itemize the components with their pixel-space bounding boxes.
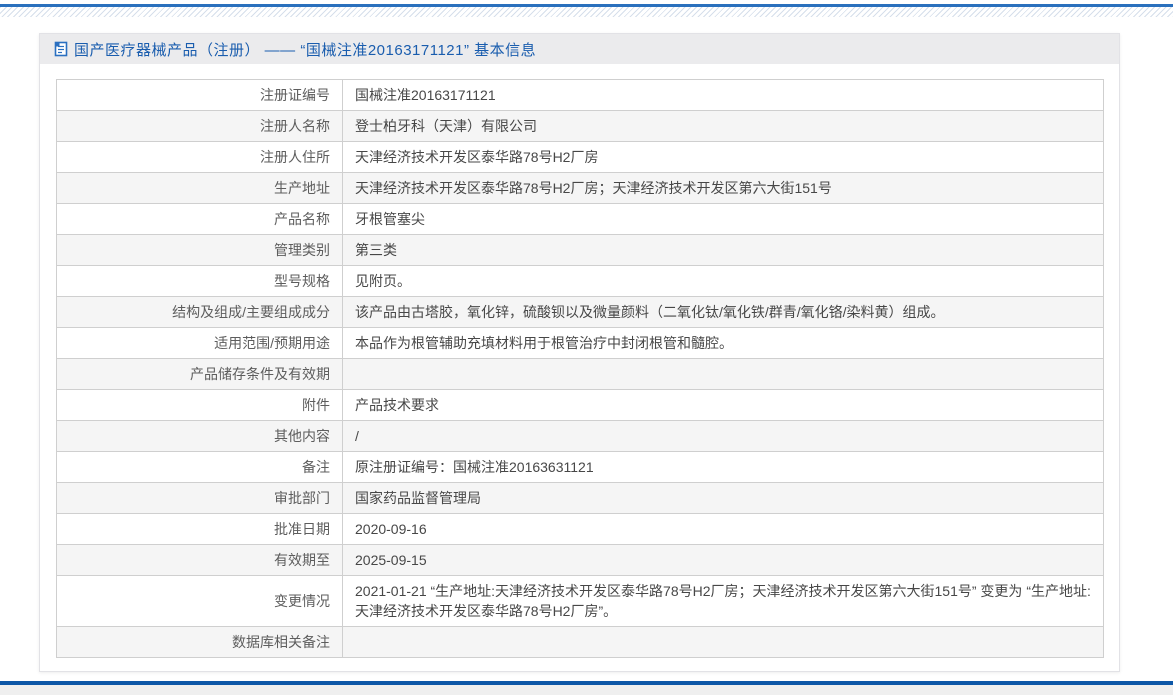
info-table-body: 注册证编号国械注准20163171121注册人名称登士柏牙科（天津）有限公司注册…	[57, 80, 1104, 658]
footer-background	[0, 685, 1173, 695]
table-row: 适用范围/预期用途本品作为根管辅助充填材料用于根管治疗中封闭根管和髓腔。	[57, 328, 1104, 359]
page-title: 国产医疗器械产品（注册） —— “国械注准20163171121” 基本信息	[74, 39, 536, 60]
row-label: 其他内容	[57, 421, 343, 452]
row-value: 登士柏牙科（天津）有限公司	[343, 111, 1104, 142]
table-row: 生产地址天津经济技术开发区泰华路78号H2厂房；天津经济技术开发区第六大街151…	[57, 173, 1104, 204]
row-label: 管理类别	[57, 235, 343, 266]
row-value: 见附页。	[343, 266, 1104, 297]
table-row: 产品储存条件及有效期	[57, 359, 1104, 390]
row-label: 注册人住所	[57, 142, 343, 173]
table-row: 注册证编号国械注准20163171121	[57, 80, 1104, 111]
detail-card: 国产医疗器械产品（注册） —— “国械注准20163171121” 基本信息 注…	[39, 33, 1120, 672]
card-header: 国产医疗器械产品（注册） —— “国械注准20163171121” 基本信息	[40, 34, 1119, 64]
row-label: 产品名称	[57, 204, 343, 235]
row-label: 注册人名称	[57, 111, 343, 142]
row-value: 2021-01-21 “生产地址:天津经济技术开发区泰华路78号H2厂房；天津经…	[343, 576, 1104, 627]
table-row: 产品名称牙根管塞尖	[57, 204, 1104, 235]
table-row: 有效期至2025-09-15	[57, 545, 1104, 576]
row-label: 注册证编号	[57, 80, 343, 111]
row-value: 2020-09-16	[343, 514, 1104, 545]
table-row: 注册人住所天津经济技术开发区泰华路78号H2厂房	[57, 142, 1104, 173]
info-table: 注册证编号国械注准20163171121注册人名称登士柏牙科（天津）有限公司注册…	[56, 79, 1104, 658]
row-label: 附件	[57, 390, 343, 421]
row-label: 备注	[57, 452, 343, 483]
document-icon	[54, 41, 68, 57]
row-label: 数据库相关备注	[57, 627, 343, 658]
row-value: 国家药品监督管理局	[343, 483, 1104, 514]
table-row: 批准日期2020-09-16	[57, 514, 1104, 545]
table-row: 数据库相关备注	[57, 627, 1104, 658]
table-row: 注册人名称登士柏牙科（天津）有限公司	[57, 111, 1104, 142]
row-label: 变更情况	[57, 576, 343, 627]
row-label: 批准日期	[57, 514, 343, 545]
row-label: 适用范围/预期用途	[57, 328, 343, 359]
row-value: 该产品由古塔胶，氧化锌，硫酸钡以及微量颜料（二氧化钛/氧化铁/群青/氧化铬/染料…	[343, 297, 1104, 328]
row-label: 产品储存条件及有效期	[57, 359, 343, 390]
table-row: 管理类别第三类	[57, 235, 1104, 266]
row-label: 型号规格	[57, 266, 343, 297]
table-row: 结构及组成/主要组成成分该产品由古塔胶，氧化锌，硫酸钡以及微量颜料（二氧化钛/氧…	[57, 297, 1104, 328]
top-hatch-stripe	[0, 7, 1173, 17]
table-row: 备注原注册证编号：国械注准20163631121	[57, 452, 1104, 483]
row-value: 产品技术要求	[343, 390, 1104, 421]
row-value: 牙根管塞尖	[343, 204, 1104, 235]
row-label: 生产地址	[57, 173, 343, 204]
table-row: 型号规格见附页。	[57, 266, 1104, 297]
row-value: 天津经济技术开发区泰华路78号H2厂房；天津经济技术开发区第六大街151号	[343, 173, 1104, 204]
row-label: 有效期至	[57, 545, 343, 576]
row-value: 天津经济技术开发区泰华路78号H2厂房	[343, 142, 1104, 173]
row-value	[343, 627, 1104, 658]
row-value: 国械注准20163171121	[343, 80, 1104, 111]
row-value: 第三类	[343, 235, 1104, 266]
row-label: 审批部门	[57, 483, 343, 514]
row-label: 结构及组成/主要组成成分	[57, 297, 343, 328]
row-value: 原注册证编号：国械注准20163631121	[343, 452, 1104, 483]
table-row: 审批部门国家药品监督管理局	[57, 483, 1104, 514]
table-row: 变更情况2021-01-21 “生产地址:天津经济技术开发区泰华路78号H2厂房…	[57, 576, 1104, 627]
row-value: 2025-09-15	[343, 545, 1104, 576]
table-row: 附件产品技术要求	[57, 390, 1104, 421]
row-value	[343, 359, 1104, 390]
row-value: 本品作为根管辅助充填材料用于根管治疗中封闭根管和髓腔。	[343, 328, 1104, 359]
table-row: 其他内容/	[57, 421, 1104, 452]
row-value: /	[343, 421, 1104, 452]
